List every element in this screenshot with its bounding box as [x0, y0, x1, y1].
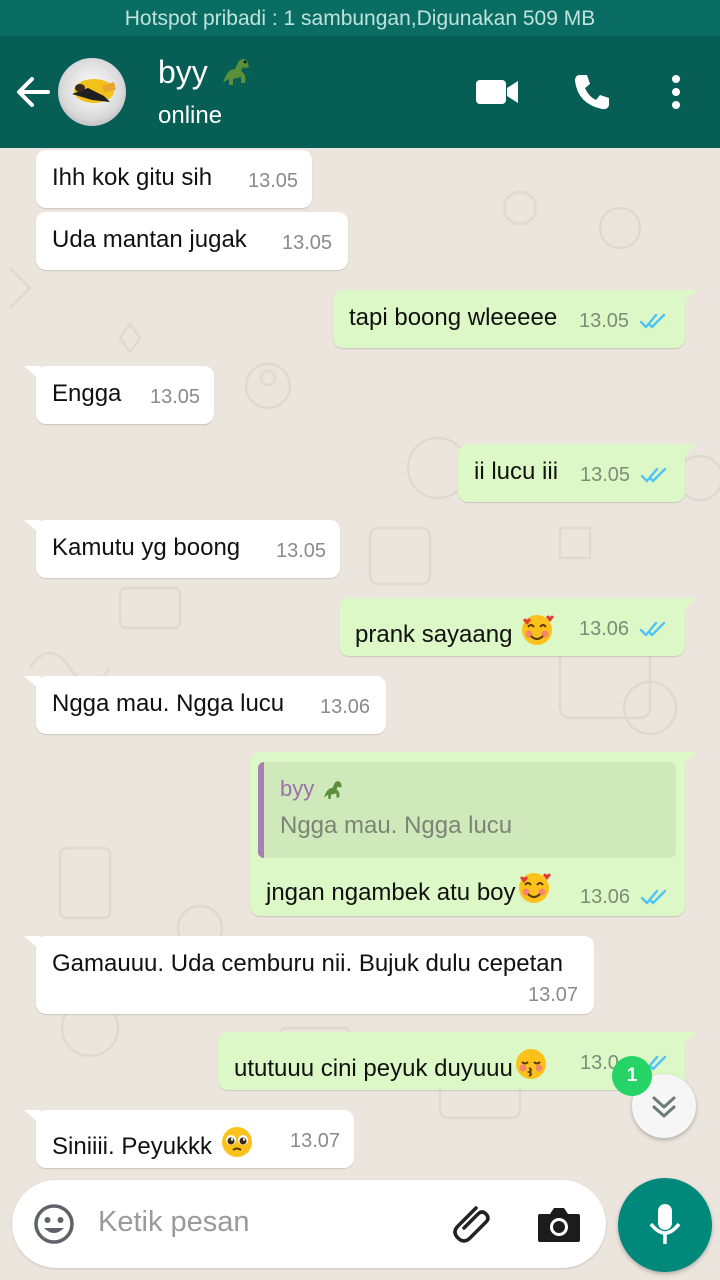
smiling-face-with-hearts-icon [522, 615, 555, 645]
voice-record-button[interactable] [618, 1178, 712, 1272]
pleading-face-icon [221, 1127, 252, 1157]
contact-name-text: byy [158, 54, 208, 90]
message-time: 13.06 [580, 886, 631, 908]
message-text: tapi boong wleeeee [349, 304, 558, 331]
message-text: prank sayaang [355, 621, 513, 648]
message-text: Ngga mau. Ngga lucu [52, 690, 285, 717]
message-input[interactable]: Ketik pesan [98, 1206, 250, 1239]
camera-icon[interactable] [536, 1202, 582, 1246]
chat-header: byy online [0, 36, 720, 148]
kissing-face-with-closed-eyes-icon [515, 1049, 546, 1079]
message-text: Gamauuu. Uda cemburu nii. Bujuk dulu cep… [52, 950, 563, 977]
message-time: 13.05 [150, 386, 201, 408]
bubble-tail [24, 936, 40, 950]
message-bubble-incoming[interactable]: Uda mantan jugak 13.05 [36, 212, 348, 270]
message-text-with-emoji: prank sayaang [355, 612, 555, 649]
bubble-tail [24, 366, 40, 380]
message-time: 13.06 [320, 696, 371, 718]
message-text: ututuuu cini peyuk duyuuu [234, 1055, 513, 1082]
bubble-tail [681, 598, 697, 612]
status-bar: Hotspot pribadi : 1 sambungan,Digunakan … [0, 0, 720, 36]
microphone-icon [649, 1204, 681, 1244]
message-bubble-incoming[interactable]: Ngga mau. Ngga lucu 13.06 [24, 676, 386, 734]
message-text-with-emoji: Siniiii. Peyukkk [52, 1124, 255, 1161]
video-call-icon[interactable] [474, 72, 520, 112]
avatar-image [72, 79, 116, 103]
double-check-read-icon [640, 467, 667, 483]
unread-count-badge[interactable]: 1 [612, 1056, 652, 1096]
quoted-message[interactable]: byy Ngga mau. Ngga lucu [258, 762, 676, 858]
message-bubble-incoming[interactable]: Ihh kok gitu sih 13.05 [36, 150, 312, 208]
quoted-author-name: byy [280, 776, 315, 801]
double-check-read-icon [640, 889, 667, 905]
message-text: Kamutu yg boong [52, 534, 241, 561]
message-bubble-outgoing[interactable]: ii lucu iii 13.05 [458, 444, 697, 502]
message-composer[interactable]: Ketik pesan [12, 1180, 606, 1268]
message-text-with-emoji: jngan ngambek atu boy [266, 870, 552, 907]
message-text-with-emoji: ututuuu cini peyuk duyuuu [234, 1046, 549, 1083]
message-time: 13.07 [528, 984, 579, 1006]
more-vert-icon[interactable] [662, 72, 690, 112]
quoted-message-text: Ngga mau. Ngga lucu [280, 812, 513, 839]
status-bar-text: Hotspot pribadi : 1 sambungan,Digunakan … [124, 7, 596, 30]
contact-name[interactable]: byy [158, 54, 255, 91]
emoji-icon[interactable] [32, 1202, 76, 1246]
message-bubble-outgoing-reply[interactable]: byy Ngga mau. Ngga lucu jngan ngambek at… [250, 752, 697, 916]
message-text: Engga [52, 380, 122, 407]
message-time: 13.05 [282, 232, 333, 254]
message-text: Siniiii. Peyukkk [52, 1133, 213, 1160]
bubble-tail [24, 520, 40, 534]
message-text: Uda mantan jugak [52, 226, 247, 253]
message-time: 13.07 [290, 1130, 341, 1152]
message-time: 13.05 [579, 310, 630, 332]
bubble-tail [681, 1032, 697, 1046]
message-bubble-outgoing[interactable]: tapi boong wleeeee 13.05 [333, 290, 697, 348]
message-text: Ihh kok gitu sih [52, 164, 213, 191]
message-text: ii lucu iii [474, 458, 559, 485]
message-bubble-incoming[interactable]: Engga 13.05 [24, 366, 214, 424]
bubble-tail [24, 1110, 40, 1124]
message-bubble-incoming[interactable]: Gamauuu. Uda cemburu nii. Bujuk dulu cep… [24, 936, 594, 1014]
paperclip-icon[interactable] [446, 1200, 494, 1248]
message-text: jngan ngambek atu boy [266, 879, 516, 906]
message-time: 13.06 [579, 618, 630, 640]
message-time: 13.05 [276, 540, 327, 562]
phone-icon[interactable] [572, 72, 612, 112]
bubble-tail [681, 752, 697, 766]
contact-avatar[interactable] [58, 58, 126, 126]
bubble-tail [681, 290, 697, 304]
smiling-face-with-hearts-icon [518, 873, 551, 903]
message-time: 13.05 [248, 170, 299, 192]
quoted-message-author: byy [280, 776, 346, 802]
double-check-read-icon [639, 621, 666, 637]
bubble-tail [681, 444, 697, 458]
message-bubble-incoming[interactable]: Kamutu yg boong 13.05 [24, 520, 340, 578]
dinosaur-emoji-icon [222, 59, 249, 85]
bubble-tail [24, 676, 40, 690]
contact-status: online [158, 102, 223, 129]
message-time: 13.05 [580, 464, 631, 486]
dinosaur-emoji-icon [324, 781, 343, 799]
message-bubble-outgoing[interactable]: prank sayaang 13.06 [339, 598, 697, 656]
back-arrow-icon[interactable] [14, 72, 52, 112]
message-bubble-incoming[interactable]: Siniiii. Peyukkk 13.07 [24, 1110, 354, 1168]
double-check-read-icon [639, 313, 666, 329]
